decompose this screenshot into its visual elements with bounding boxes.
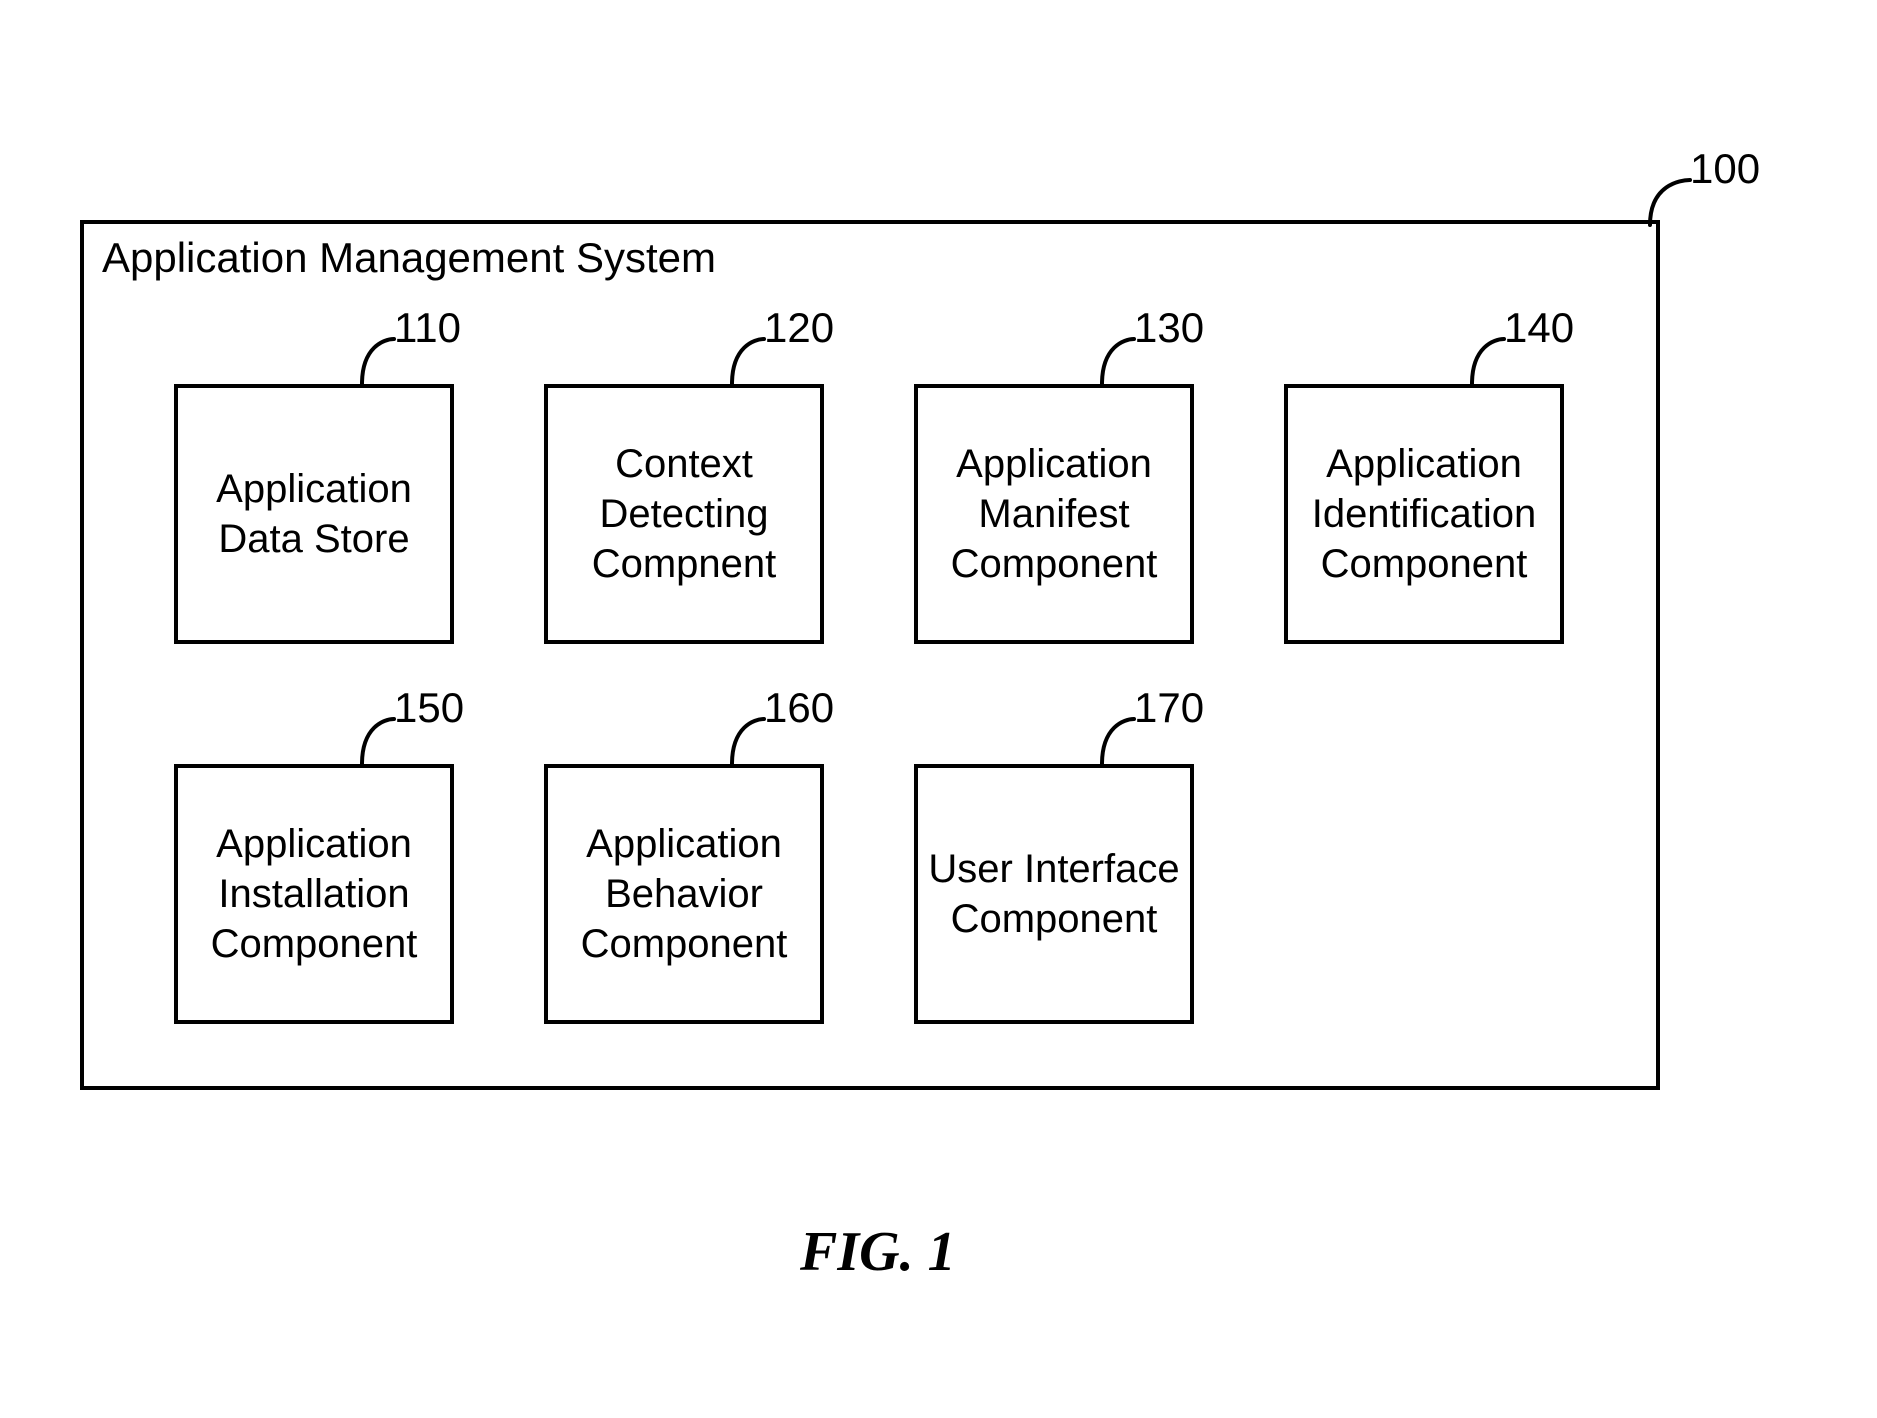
system-box: Application Management System Applicatio… [80, 220, 1660, 1090]
component-label: Application Data Store [188, 464, 440, 564]
component-box-150: Application Installation Component [174, 764, 454, 1024]
component-box-140: Application Identification Component [1284, 384, 1564, 644]
component-box-160: Application Behavior Component [544, 764, 824, 1024]
component-box-130: Application Manifest Component [914, 384, 1194, 644]
component-label: Application Identification Component [1298, 439, 1550, 589]
diagram-canvas: 100 Application Management System Applic… [0, 0, 1877, 1418]
lead-line-120 [724, 329, 784, 389]
component-box-110: Application Data Store [174, 384, 454, 644]
lead-line-140 [1464, 329, 1524, 389]
component-box-120: Context Detecting Compnent [544, 384, 824, 644]
system-title: Application Management System [102, 234, 716, 282]
lead-line-110 [354, 329, 414, 389]
component-box-170: User Interface Component [914, 764, 1194, 1024]
component-label: Application Installation Component [188, 819, 440, 969]
lead-line-130 [1094, 329, 1154, 389]
component-label: Application Manifest Component [928, 439, 1180, 589]
figure-caption: FIG. 1 [800, 1220, 956, 1284]
lead-line-150 [354, 709, 414, 769]
component-label: Context Detecting Compnent [558, 439, 810, 589]
lead-line-160 [724, 709, 784, 769]
component-label: Application Behavior Component [558, 819, 810, 969]
component-label: User Interface Component [928, 844, 1180, 944]
lead-line-170 [1094, 709, 1154, 769]
